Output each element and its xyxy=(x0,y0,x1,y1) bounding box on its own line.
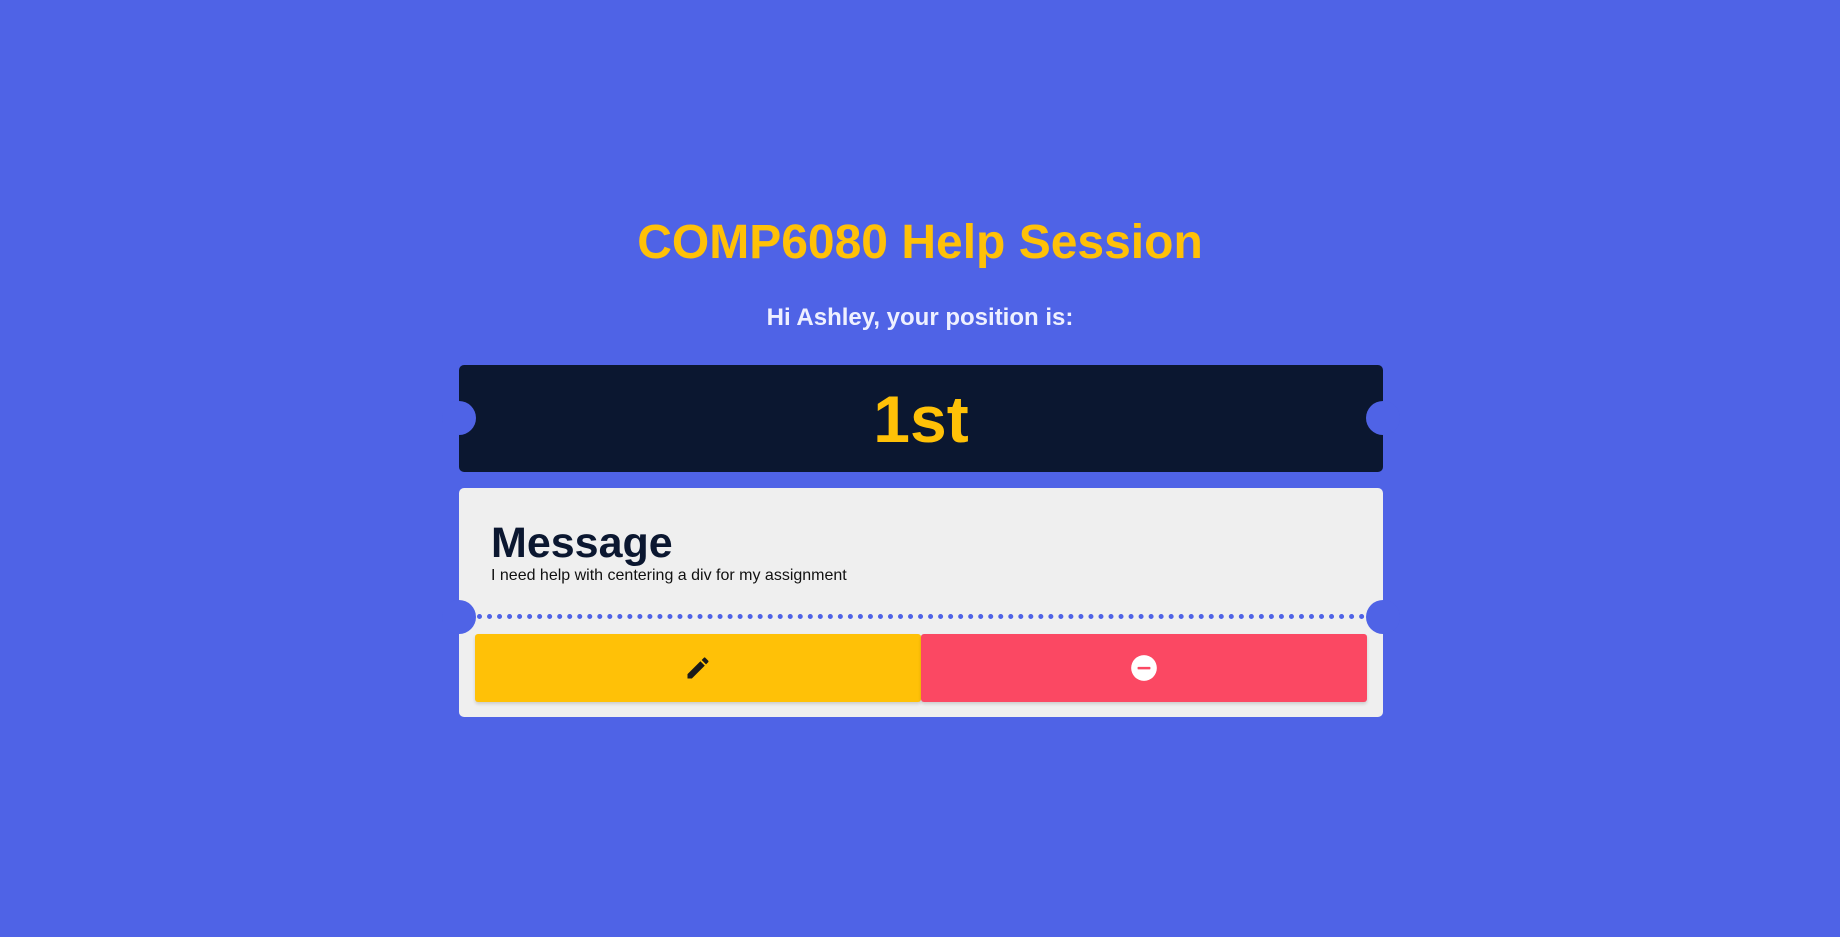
message-text: I need help with centering a div for my … xyxy=(491,567,847,584)
position-greeting: Hi Ashley, your position is: xyxy=(766,304,1074,331)
page-title: COMP6080 Help Session xyxy=(637,216,1203,269)
perforation-divider xyxy=(477,614,1365,619)
queue-position: 1st xyxy=(873,381,969,456)
minus-circle-icon xyxy=(1130,654,1158,682)
perforation-notch-right xyxy=(1366,600,1400,634)
perforation-notch-left xyxy=(442,600,476,634)
edit-button[interactable] xyxy=(475,634,921,702)
position-ticket: 1st xyxy=(442,365,1400,472)
message-heading: Message xyxy=(491,519,673,567)
ticket-notch-right xyxy=(1366,401,1400,435)
ticket-notch-left xyxy=(442,401,476,435)
message-card: Message I need help with centering a div… xyxy=(442,488,1400,717)
leave-queue-button[interactable] xyxy=(921,634,1367,702)
pencil-icon xyxy=(684,654,712,682)
